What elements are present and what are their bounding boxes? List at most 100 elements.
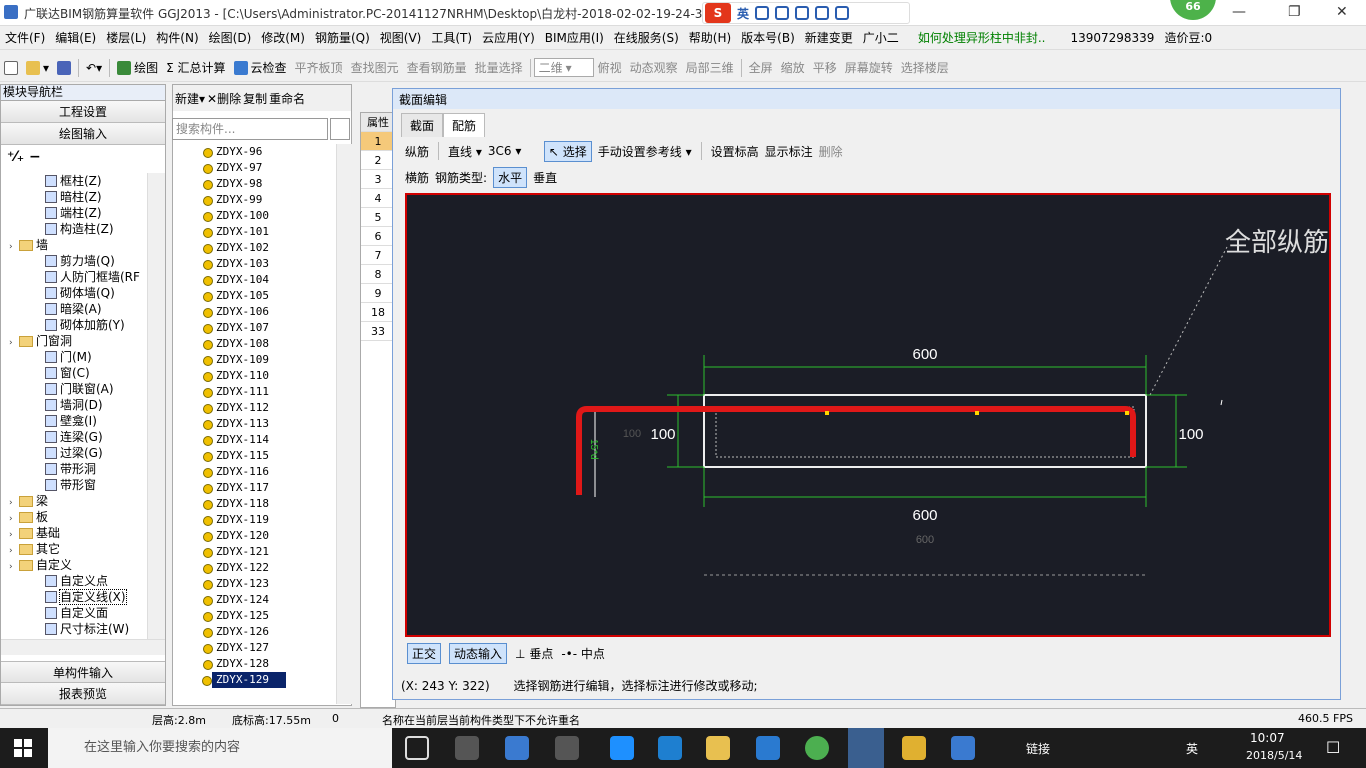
tray-time[interactable]: 10:07 bbox=[1250, 731, 1285, 745]
component-list-item[interactable]: ZDYX-113 bbox=[172, 416, 336, 432]
copy-component-button[interactable]: 复制 bbox=[243, 90, 267, 107]
nav-tree-item[interactable]: 壁龛(I) bbox=[1, 413, 147, 429]
nav-tree-item[interactable]: 端柱(Z) bbox=[1, 205, 147, 221]
ime-lang[interactable]: 英 bbox=[737, 5, 749, 22]
set-elevation-button[interactable]: 设置标高 bbox=[711, 143, 759, 160]
nav-tree-item[interactable]: 框柱(Z) bbox=[1, 173, 147, 189]
task-view-icon[interactable] bbox=[405, 736, 429, 760]
nav-tree-item[interactable]: 带形洞 bbox=[1, 461, 147, 477]
emoji-icon[interactable] bbox=[755, 6, 770, 20]
component-list-item[interactable]: ZDYX-125 bbox=[172, 608, 336, 624]
tray-lang[interactable]: 英 bbox=[1186, 740, 1198, 757]
minimize-icon[interactable]: — bbox=[1232, 4, 1246, 20]
component-list-item[interactable]: ZDYX-124 bbox=[172, 592, 336, 608]
nav-tree-item[interactable]: 连梁(G) bbox=[1, 429, 147, 445]
component-list-item[interactable]: ZDYX-123 bbox=[172, 576, 336, 592]
nav-tree-item[interactable]: 暗柱(Z) bbox=[1, 189, 147, 205]
nav-tree-item[interactable]: 暗梁(A) bbox=[1, 301, 147, 317]
ime-toolbar[interactable]: S 英 bbox=[702, 2, 910, 24]
skin-icon[interactable] bbox=[815, 6, 830, 20]
top-view-button[interactable]: 俯视 bbox=[594, 59, 626, 76]
rename-component-button[interactable]: 重命名 bbox=[269, 90, 305, 107]
show-annotation-button[interactable]: 显示标注 bbox=[765, 143, 813, 160]
rebar-line[interactable] bbox=[576, 406, 1136, 495]
vertical-button[interactable]: 垂直 bbox=[533, 169, 557, 186]
component-list-item[interactable]: ZDYX-104 bbox=[172, 272, 336, 288]
midpoint-snap-button[interactable]: -•- 中点 bbox=[561, 645, 605, 662]
nav-tree-item[interactable]: › 基础 bbox=[1, 525, 147, 541]
component-list-item[interactable]: ZDYX-121 bbox=[172, 544, 336, 560]
explorer-icon[interactable] bbox=[706, 736, 730, 760]
property-row-number[interactable]: 5 bbox=[361, 208, 395, 227]
tools-icon[interactable] bbox=[835, 6, 850, 20]
component-list-item[interactable]: ZDYX-111 bbox=[172, 384, 336, 400]
taskbar-search-input[interactable]: 在这里输入你要搜索的内容 bbox=[48, 728, 392, 768]
keyboard-icon[interactable] bbox=[795, 6, 810, 20]
nav-tree-item[interactable]: 人防门框墙(RF bbox=[1, 269, 147, 285]
component-list-item[interactable]: ZDYX-117 bbox=[172, 480, 336, 496]
new-component-button[interactable]: 新建▾ bbox=[175, 90, 205, 107]
nav-tree-item[interactable]: 砌体加筋(Y) bbox=[1, 317, 147, 333]
nav-tree-item[interactable]: › 梁 bbox=[1, 493, 147, 509]
single-component-input-button[interactable]: 单构件输入 bbox=[1, 661, 165, 683]
component-list-item[interactable]: ZDYX-105 bbox=[172, 288, 336, 304]
property-row-number[interactable]: 33 bbox=[361, 322, 395, 341]
view-rebar-qty-button[interactable]: 查看钢筋量 bbox=[403, 59, 471, 76]
ie-icon[interactable] bbox=[505, 736, 529, 760]
nav-tree-item[interactable]: › 门窗洞 bbox=[1, 333, 147, 349]
menu-bim[interactable]: BIM应用(I) bbox=[540, 29, 609, 46]
component-list-item[interactable]: ZDYX-102 bbox=[172, 240, 336, 256]
component-list-item[interactable]: ZDYX-108 bbox=[172, 336, 336, 352]
active-app-icon[interactable] bbox=[848, 728, 884, 768]
menu-draw[interactable]: 绘图(D) bbox=[204, 29, 257, 46]
rotate-screen-button[interactable]: 屏幕旋转 bbox=[841, 59, 897, 76]
notes-icon[interactable] bbox=[902, 736, 926, 760]
rebar-point[interactable] bbox=[1125, 411, 1129, 415]
property-row-number[interactable]: 7 bbox=[361, 246, 395, 265]
windows-start-icon[interactable] bbox=[14, 739, 32, 757]
nav-tree-item[interactable]: 自定义点 bbox=[1, 573, 147, 589]
select-floor-button[interactable]: 选择楼层 bbox=[897, 59, 953, 76]
nav-tree-item[interactable]: 构造柱(Z) bbox=[1, 221, 147, 237]
menu-file[interactable]: 文件(F) bbox=[0, 29, 50, 46]
menu-version[interactable]: 版本号(B) bbox=[736, 29, 800, 46]
menu-user[interactable]: 13907298339 bbox=[1050, 31, 1159, 45]
nav-tree-item[interactable]: 过梁(G) bbox=[1, 445, 147, 461]
expand-collapse-icon[interactable]: ⁺⁄₊ − bbox=[1, 145, 165, 171]
nav-tree-item[interactable]: 尺寸标注(W) bbox=[1, 621, 147, 637]
component-list-item[interactable]: ZDYX-99 bbox=[172, 192, 336, 208]
sogou-icon[interactable]: S bbox=[705, 3, 731, 23]
menu-tools[interactable]: 工具(T) bbox=[426, 29, 477, 46]
component-list-item[interactable]: ZDYX-97 bbox=[172, 160, 336, 176]
nav-tree-item[interactable]: 剪力墙(Q) bbox=[1, 253, 147, 269]
save-icon[interactable] bbox=[53, 60, 75, 75]
delete-component-button[interactable]: ✕删除 bbox=[207, 90, 241, 107]
component-list-item[interactable]: ZDYX-118 bbox=[172, 496, 336, 512]
menu-edit[interactable]: 编辑(E) bbox=[50, 29, 101, 46]
menu-component[interactable]: 构件(N) bbox=[151, 29, 203, 46]
menu-cloud[interactable]: 云应用(Y) bbox=[477, 29, 540, 46]
component-search-input[interactable]: 搜索构件... bbox=[172, 118, 328, 140]
nav-tree-item[interactable]: › 墙 bbox=[1, 237, 147, 253]
top-dim-label[interactable]: 600 bbox=[912, 346, 937, 363]
dynamic-view-button[interactable]: 动态观察 bbox=[626, 59, 682, 76]
menu-online[interactable]: 在线服务(S) bbox=[609, 29, 684, 46]
ie-icon-2[interactable] bbox=[658, 736, 682, 760]
component-list-item[interactable]: ZDYX-128 bbox=[172, 656, 336, 672]
tray-date[interactable]: 2018/5/14 bbox=[1246, 749, 1302, 762]
ortho-button[interactable]: 正交 bbox=[407, 643, 442, 664]
section-canvas[interactable]: 600 600 600 100 100 100 15*d 全部纵筋 bbox=[405, 193, 1331, 637]
component-list-item[interactable]: ZDYX-119 bbox=[172, 512, 336, 528]
left-dim-label[interactable]: 100 bbox=[650, 426, 675, 443]
app-icon-1[interactable] bbox=[455, 736, 479, 760]
edge-icon[interactable] bbox=[610, 736, 634, 760]
component-scrollbar[interactable] bbox=[336, 144, 352, 704]
component-list-item[interactable]: ZDYX-98 bbox=[172, 176, 336, 192]
fullscreen-button[interactable]: 全屏 bbox=[745, 59, 777, 76]
menu-tip-link[interactable]: 如何处理异形柱中非封.. bbox=[904, 29, 1051, 46]
summary-calc-button[interactable]: Σ 汇总计算 bbox=[162, 59, 229, 76]
component-list-item[interactable]: ZDYX-115 bbox=[172, 448, 336, 464]
glodon-icon[interactable] bbox=[756, 736, 780, 760]
drawing-input-button[interactable]: 绘图输入 bbox=[1, 123, 165, 145]
property-row-number[interactable]: 3 bbox=[361, 170, 395, 189]
